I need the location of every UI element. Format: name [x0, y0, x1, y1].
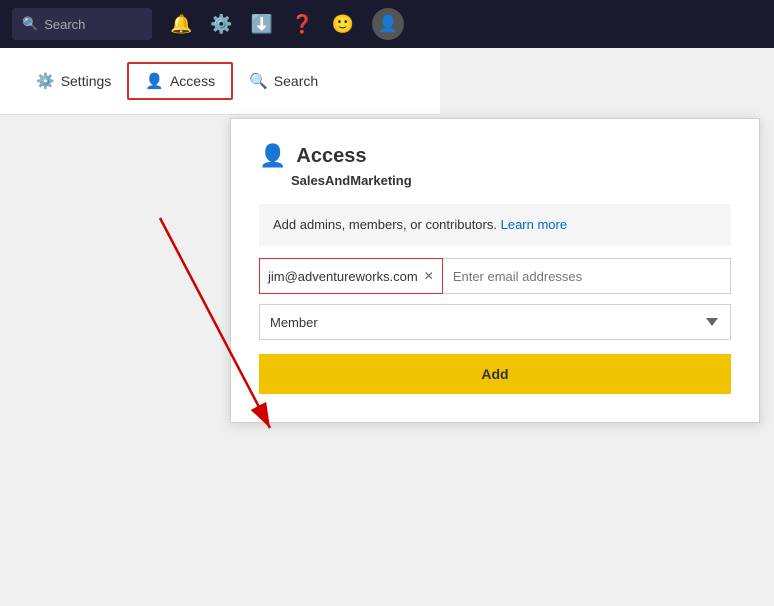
- email-tag-text: jim@adventureworks.com: [268, 269, 418, 284]
- settings-nav-item[interactable]: ⚙️ Settings: [20, 64, 127, 98]
- add-button[interactable]: Add: [259, 354, 731, 394]
- main-area: ⚙️ Settings 👤 Access 🔍 Search 👤 Access S…: [0, 48, 774, 558]
- access-title: Access: [296, 145, 366, 168]
- avatar[interactable]: 👤: [372, 8, 404, 40]
- search-nav-item[interactable]: 🔍 Search: [233, 64, 334, 98]
- access-description: Add admins, members, or contributors. Le…: [273, 217, 567, 232]
- email-tag[interactable]: jim@adventureworks.com ✕: [259, 258, 443, 294]
- access-subtitle: SalesAndMarketing: [291, 173, 731, 188]
- search-icon: 🔍: [22, 16, 38, 32]
- emoji-icon[interactable]: 🙂: [332, 14, 354, 35]
- search-label: Search: [44, 17, 85, 32]
- search-nav-label: Search: [274, 73, 318, 89]
- download-icon[interactable]: ⬇️: [251, 14, 273, 35]
- email-tag-close-icon[interactable]: ✕: [424, 269, 434, 283]
- access-nav-label: Access: [170, 73, 215, 89]
- bell-icon[interactable]: 🔔: [170, 14, 192, 35]
- access-description-area: Add admins, members, or contributors. Le…: [259, 204, 731, 246]
- settings-icon[interactable]: ⚙️: [210, 14, 232, 35]
- avatar-icon: 👤: [378, 14, 398, 34]
- access-title-icon: 👤: [259, 143, 286, 169]
- access-nav-icon: 👤: [145, 72, 164, 90]
- search-nav-icon: 🔍: [249, 72, 268, 90]
- topbar-icons: 🔔 ⚙️ ⬇️ ❓ 🙂 👤: [170, 8, 404, 40]
- role-select[interactable]: Member Admin Contributor: [259, 304, 731, 340]
- email-input[interactable]: [443, 258, 731, 294]
- email-row: jim@adventureworks.com ✕: [259, 258, 731, 294]
- access-dialog: 👤 Access SalesAndMarketing Add admins, m…: [230, 118, 760, 423]
- access-nav-item[interactable]: 👤 Access: [127, 62, 233, 100]
- role-select-row: Member Admin Contributor: [259, 304, 731, 340]
- help-icon[interactable]: ❓: [291, 14, 313, 35]
- learn-more-link[interactable]: Learn more: [501, 217, 567, 232]
- sub-nav-panel: ⚙️ Settings 👤 Access 🔍 Search: [0, 48, 440, 115]
- access-description-text: Add admins, members, or contributors.: [273, 217, 497, 232]
- settings-nav-label: Settings: [61, 73, 112, 89]
- settings-nav-icon: ⚙️: [36, 72, 55, 90]
- topbar: 🔍 Search 🔔 ⚙️ ⬇️ ❓ 🙂 👤: [0, 0, 774, 48]
- access-title-row: 👤 Access: [259, 143, 731, 169]
- global-search-box[interactable]: 🔍 Search: [12, 8, 152, 40]
